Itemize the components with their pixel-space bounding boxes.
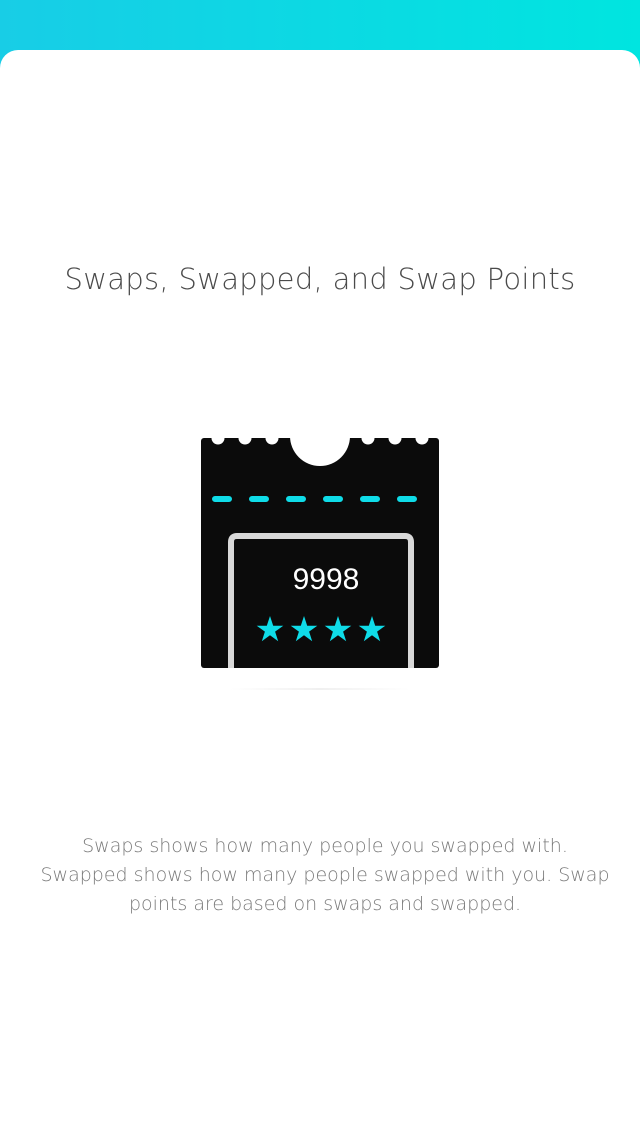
ticket-illustration: 9998 — [195, 430, 445, 690]
page-title: Swaps, Swapped, and Swap Points — [64, 262, 576, 296]
ticket-body — [201, 438, 439, 668]
ticket-shadow — [230, 688, 410, 690]
swap-points-value: 9998 — [292, 563, 360, 596]
ticket-graphic — [195, 430, 445, 668]
description-text: Swaps shows how many people you swapped … — [40, 835, 610, 915]
